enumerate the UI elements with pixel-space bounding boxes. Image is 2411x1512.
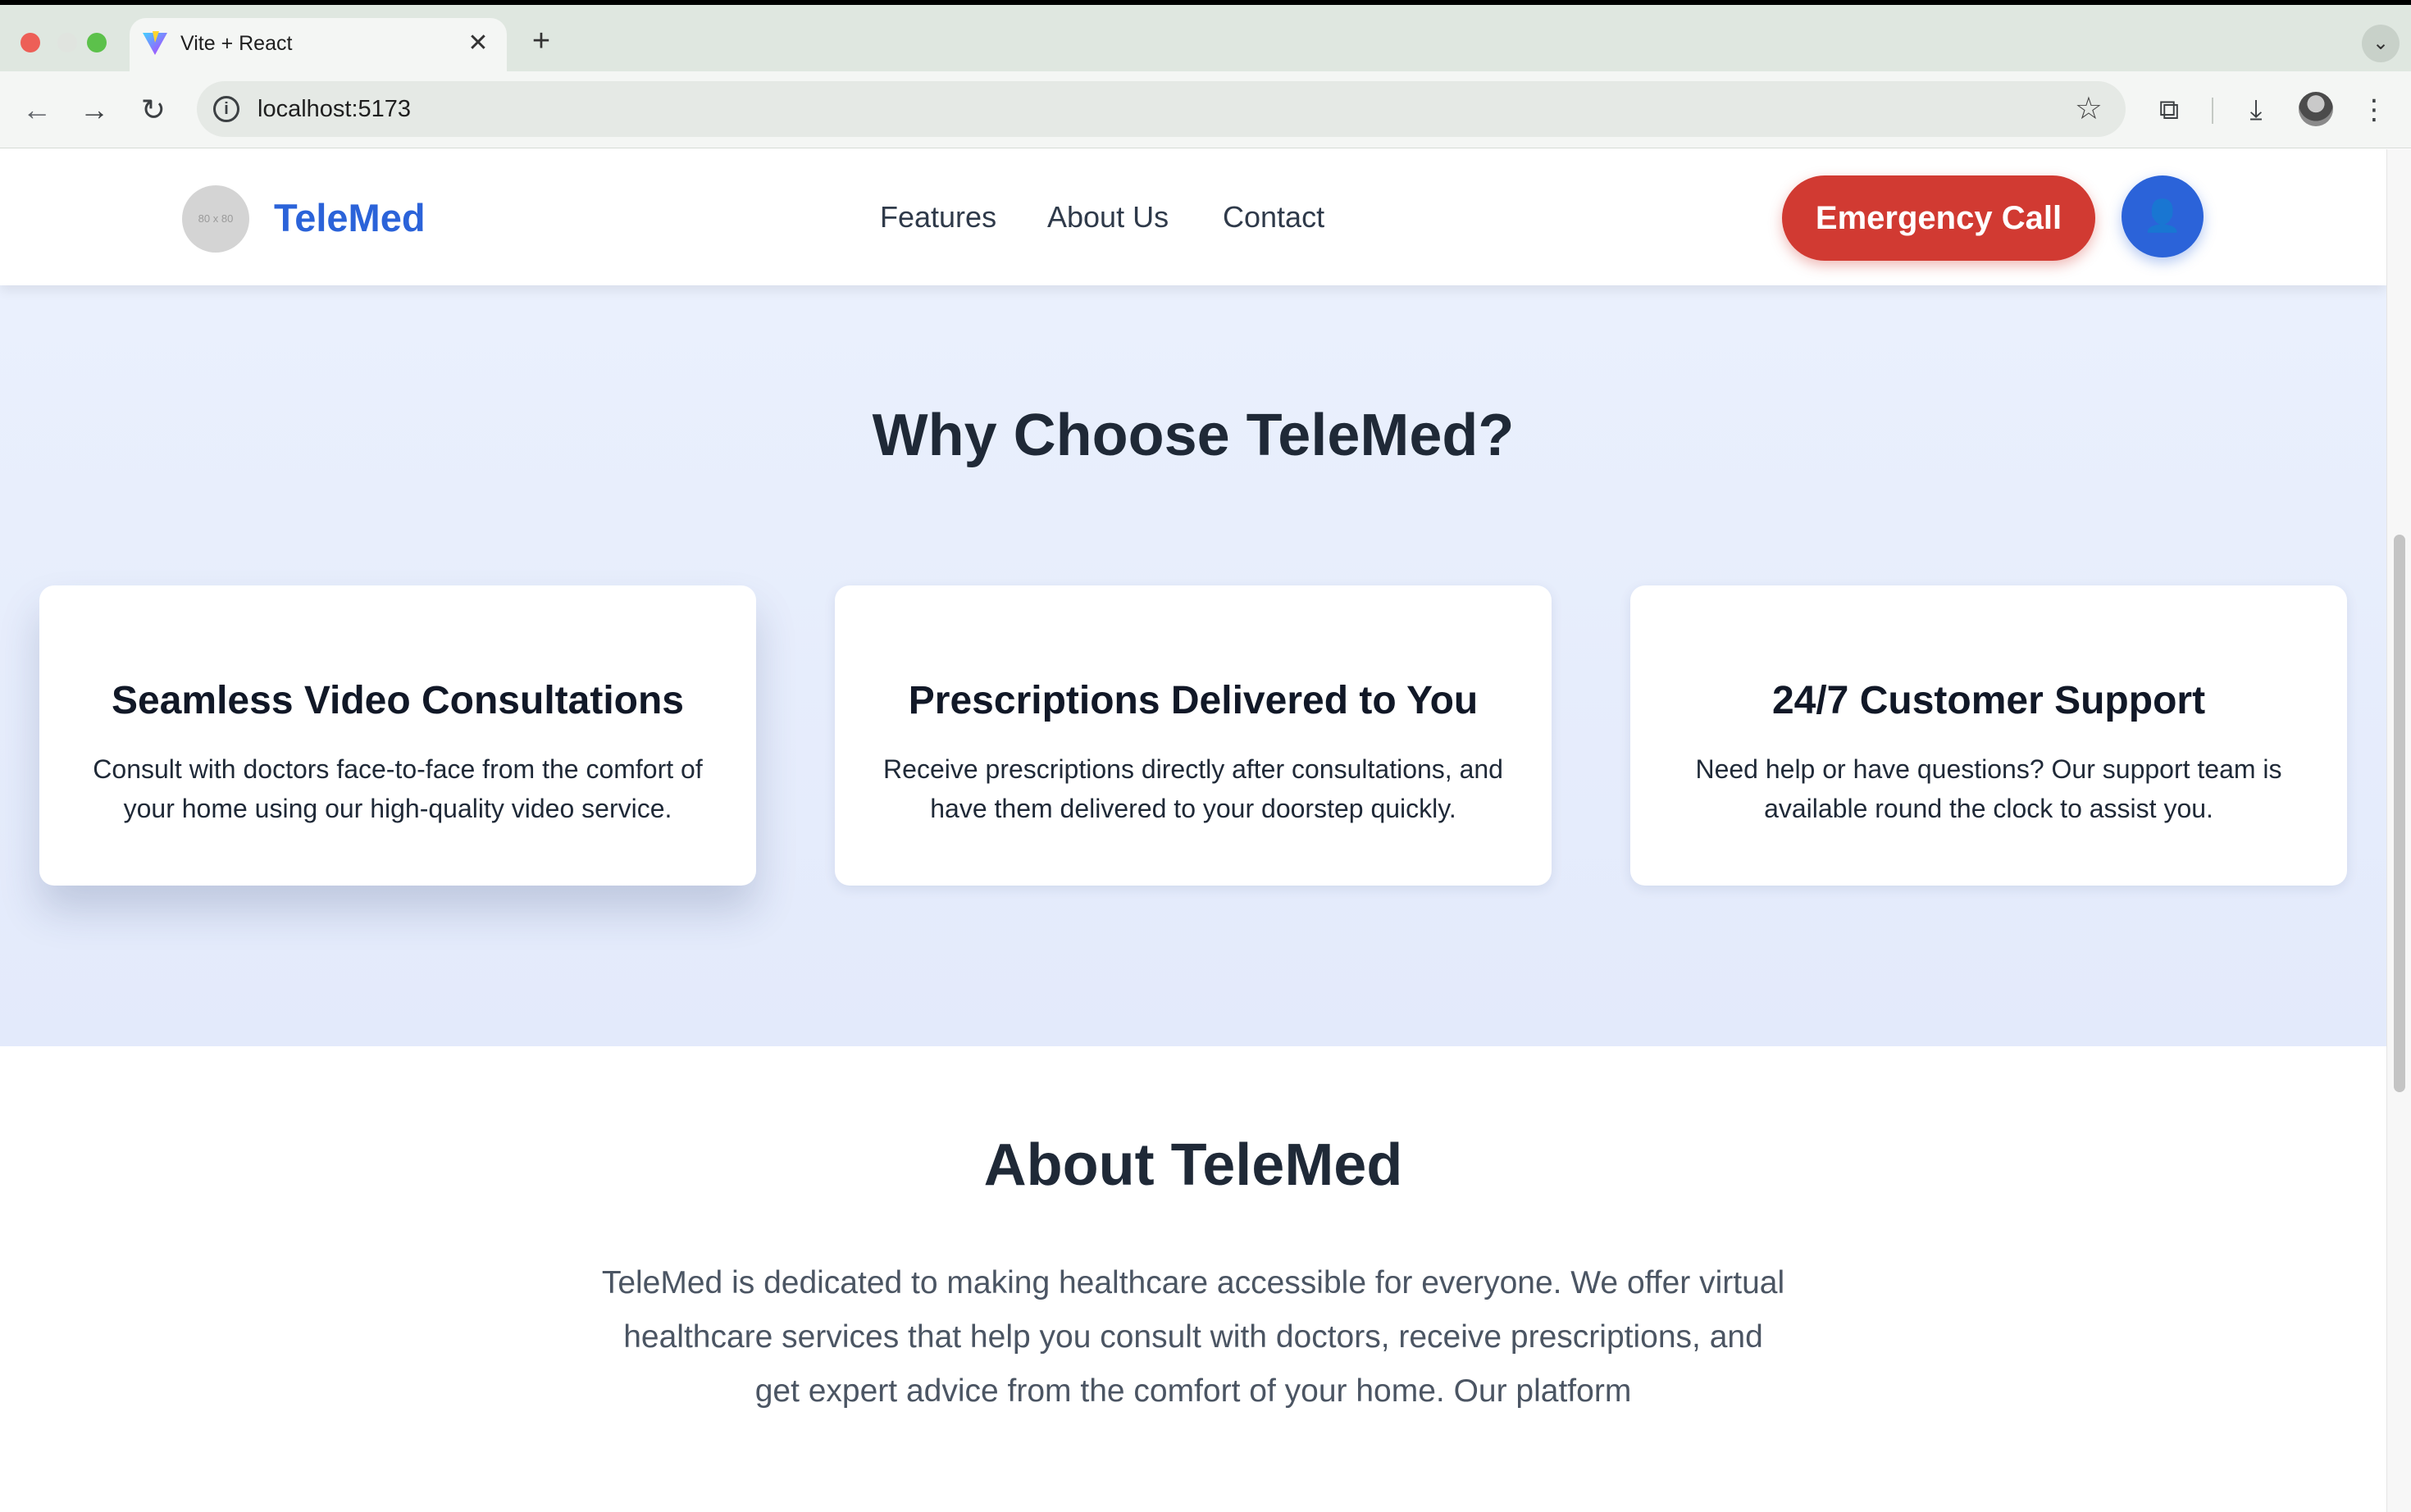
feature-card-title: Seamless Video Consultations: [112, 679, 684, 722]
close-tab-icon[interactable]: ✕: [463, 28, 494, 59]
profile-avatar[interactable]: [2299, 92, 2333, 126]
back-arrow-icon[interactable]: ←: [16, 89, 57, 130]
browser-tab[interactable]: Vite + React ✕: [130, 18, 507, 76]
features-section: Why Choose TeleMed? Seamless Video Consu…: [0, 285, 2386, 1046]
close-window-button[interactable]: [21, 33, 40, 52]
download-icon[interactable]: ⤓: [2236, 89, 2277, 130]
tab-strip: Vite + React ✕ + ⌄: [0, 5, 2411, 76]
user-profile-button[interactable]: 👤: [2122, 175, 2204, 257]
page-viewport: 80 x 80 TeleMed Features About Us Contac…: [0, 149, 2386, 1512]
nav-link-features[interactable]: Features: [880, 198, 996, 236]
feature-card-description: Need help or have questions? Our support…: [1695, 754, 2282, 823]
minimize-window-button[interactable]: [57, 33, 77, 52]
browser-toolbar: ← → ↻ i localhost:5173 ☆ ⧉ ⤓ ⋮: [0, 71, 2411, 148]
logo-placeholder-image: 80 x 80: [182, 185, 249, 253]
about-body-text: TeleMed is dedicated to making healthcar…: [601, 1265, 1785, 1409]
site-header: 80 x 80 TeleMed Features About Us Contac…: [0, 149, 2386, 285]
url-text[interactable]: localhost:5173: [258, 95, 411, 123]
about-section: About TeleMed TeleMed is dedicated to ma…: [0, 1046, 2386, 1512]
scrollbar-thumb[interactable]: [2394, 535, 2405, 1092]
page-scrollbar[interactable]: [2386, 149, 2411, 1512]
user-icon: 👤: [2143, 199, 2182, 234]
new-tab-button[interactable]: +: [523, 23, 559, 59]
extensions-puzzle-icon[interactable]: ⧉: [2149, 89, 2190, 130]
feature-card-prescriptions[interactable]: Prescriptions Delivered to You Receive p…: [835, 585, 1552, 886]
maximize-window-button[interactable]: [87, 33, 107, 52]
about-title: About TeleMed: [983, 1132, 1403, 1198]
emergency-call-button[interactable]: Emergency Call: [1782, 175, 2095, 261]
forward-arrow-icon[interactable]: →: [74, 89, 115, 130]
vite-logo-icon: [143, 31, 167, 55]
feature-card-title: 24/7 Customer Support: [1771, 679, 2206, 722]
tab-search-chevron-icon[interactable]: ⌄: [2362, 25, 2400, 62]
nav-link-contact[interactable]: Contact: [1223, 198, 1324, 236]
kebab-menu-icon[interactable]: ⋮: [2354, 89, 2395, 130]
bookmark-star-icon[interactable]: ☆: [2075, 91, 2103, 127]
tab-title: Vite + React: [180, 32, 293, 55]
feature-card-support[interactable]: 24/7 Customer Support Need help or have …: [1630, 585, 2347, 886]
feature-card-video[interactable]: Seamless Video Consultations Consult wit…: [39, 585, 756, 886]
feature-card-title: Prescriptions Delivered to You: [908, 679, 1479, 722]
toolbar-separator: [2212, 98, 2213, 124]
feature-card-description: Receive prescriptions directly after con…: [883, 754, 1503, 823]
brand-name[interactable]: TeleMed: [274, 195, 426, 241]
nav-link-about-us[interactable]: About Us: [1047, 198, 1169, 236]
features-title: Why Choose TeleMed?: [872, 403, 1515, 468]
address-bar[interactable]: i localhost:5173 ☆: [197, 81, 2126, 137]
feature-card-description: Consult with doctors face-to-face from t…: [93, 754, 703, 823]
site-info-icon[interactable]: i: [213, 96, 239, 122]
reload-icon[interactable]: ↻: [133, 89, 174, 130]
